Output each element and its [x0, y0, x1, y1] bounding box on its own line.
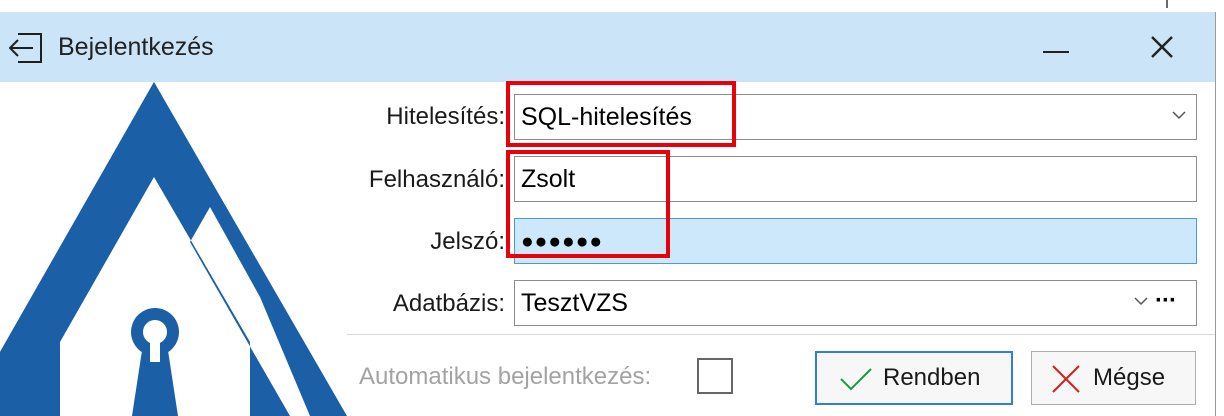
minimize-icon — [1043, 51, 1069, 53]
password-input[interactable]: ●●●●●● — [514, 218, 1197, 264]
checkmark-icon — [840, 368, 872, 391]
mountain-lock-logo — [0, 82, 347, 416]
ok-button-label: Rendben — [883, 364, 981, 391]
ellipsis-icon[interactable]: ··· — [1155, 289, 1177, 313]
auth-label: Hitelesítés: — [386, 103, 505, 130]
cancel-button[interactable]: Mégse — [1031, 351, 1196, 405]
close-icon — [1151, 36, 1173, 58]
username-input[interactable]: Zsolt — [514, 156, 1197, 202]
database-select[interactable]: TesztVZS ··· — [514, 280, 1197, 326]
close-button[interactable] — [1130, 22, 1194, 72]
database-label: Adatbázis: — [392, 290, 505, 317]
form-panel: Hitelesítés: SQL-hitelesítés Felhasználó… — [347, 82, 1215, 416]
x-icon — [1052, 365, 1080, 393]
minimize-button[interactable] — [1024, 22, 1088, 72]
logo-panel — [0, 82, 347, 416]
background-window-edge — [1166, 0, 1168, 8]
window-title: Bejelentkezés — [58, 33, 214, 61]
auto-login-checkbox[interactable] — [697, 358, 733, 394]
auto-login-label: Automatikus bejelentkezés: — [359, 363, 652, 390]
password-label: Jelszó: — [430, 228, 505, 255]
database-select-value: TesztVZS — [521, 289, 628, 317]
sign-in-arrow-icon — [9, 33, 42, 63]
cancel-button-label: Mégse — [1093, 364, 1166, 391]
username-value: Zsolt — [521, 165, 576, 193]
auth-select[interactable]: SQL-hitelesítés — [514, 94, 1197, 140]
login-dialog: Bejelentkezés Hitelesítés: SQL-hitelesít… — [0, 12, 1216, 416]
ok-button[interactable]: Rendben — [815, 351, 1013, 405]
title-bar[interactable]: Bejelentkezés — [0, 12, 1215, 82]
chevron-down-icon — [1134, 297, 1148, 306]
auth-select-value: SQL-hitelesítés — [521, 103, 692, 131]
user-label: Felhasználó: — [368, 166, 505, 193]
password-value: ●●●●●● — [521, 230, 604, 253]
divider — [347, 334, 1215, 335]
chevron-down-icon — [1172, 111, 1186, 120]
screen: Bejelentkezés Hitelesítés: SQL-hitelesít… — [0, 0, 1224, 416]
